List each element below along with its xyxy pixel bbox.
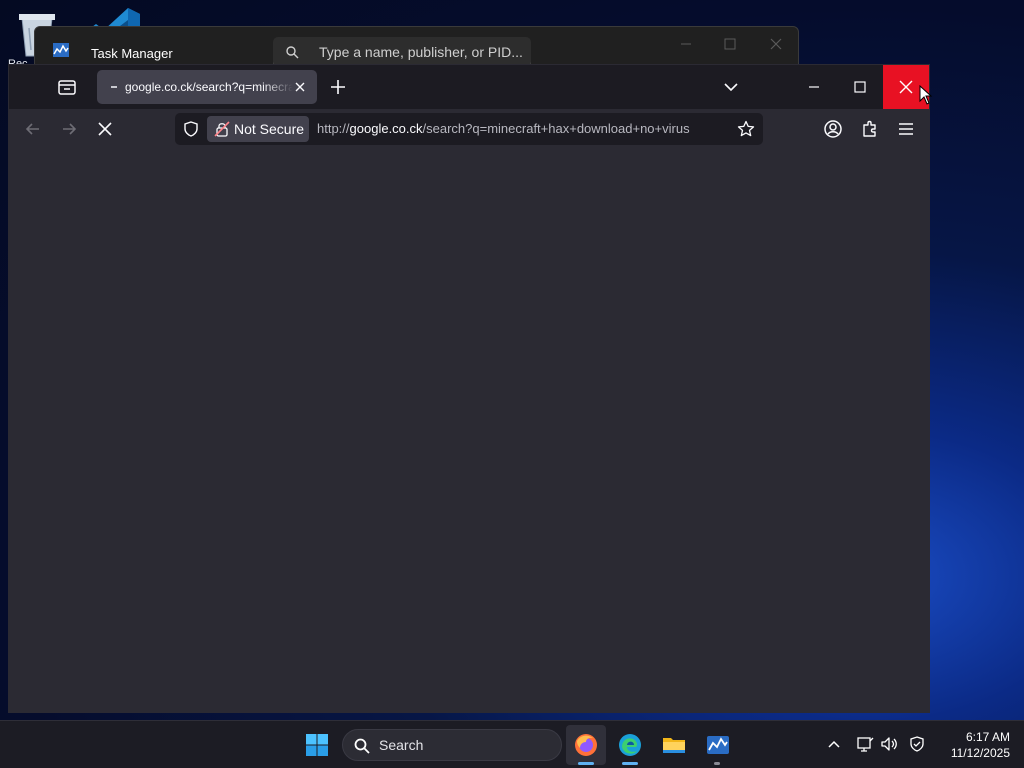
task-manager-search-input[interactable]: Type a name, publisher, or PID... — [273, 37, 531, 67]
active-indicator — [578, 762, 594, 765]
search-icon — [285, 45, 299, 59]
insecure-lock-icon — [214, 121, 230, 137]
not-secure-label: Not Secure — [234, 121, 305, 137]
task-manager-close-button[interactable] — [761, 33, 791, 55]
url-text[interactable]: http://google.co.ck/search?q=minecraft+h… — [317, 121, 690, 136]
firefox-view-icon[interactable] — [55, 75, 79, 99]
task-manager-minimize-button[interactable] — [671, 33, 701, 55]
show-hidden-icons-chevron-up-icon[interactable] — [825, 735, 843, 753]
taskbar-search-label: Search — [379, 737, 424, 753]
forward-arrow-icon[interactable] — [59, 119, 79, 139]
firefox-icon — [575, 734, 597, 756]
taskbar-task-manager-button[interactable] — [698, 725, 738, 765]
start-windows-icon[interactable] — [305, 733, 329, 757]
taskbar-search-box[interactable]: Search — [342, 729, 562, 761]
back-arrow-icon[interactable] — [23, 119, 43, 139]
bookmark-star-icon[interactable] — [737, 120, 755, 138]
taskbar-edge-button[interactable] — [610, 725, 650, 765]
tab-google-search[interactable]: google.co.ck/search?q=minecraft+hax+down… — [97, 70, 317, 104]
clock-date: 11/12/2025 — [950, 746, 1010, 760]
task-manager-title: Task Manager — [91, 46, 173, 61]
maximize-button[interactable] — [845, 73, 875, 101]
running-indicator — [714, 762, 720, 765]
firefox-window[interactable]: google.co.ck/search?q=minecraft+hax+down… — [8, 64, 930, 713]
taskbar-firefox-button[interactable] — [566, 725, 606, 765]
tab-title: google.co.ck/search?q=minecraft+hax+down… — [125, 80, 293, 94]
minimize-button[interactable] — [799, 73, 829, 101]
new-tab-button[interactable] — [328, 77, 348, 97]
taskbar: Search 6:17 AM 11/12/2025 — [0, 720, 1024, 768]
running-indicator — [622, 762, 638, 765]
page-content-area[interactable] — [9, 149, 929, 712]
stop-loading-icon[interactable] — [95, 119, 115, 139]
edge-icon — [619, 734, 641, 756]
network-icon[interactable] — [856, 735, 874, 753]
url-path: /search?q=minecraft+hax+download+no+viru… — [422, 121, 690, 136]
task-manager-app-icon — [53, 43, 69, 57]
taskbar-file-explorer-button[interactable] — [654, 725, 694, 765]
loading-favicon-icon — [111, 86, 117, 88]
not-secure-indicator[interactable]: Not Secure — [207, 116, 309, 142]
task-manager-icon — [707, 736, 729, 754]
url-prefix: http:// — [317, 121, 350, 136]
security-shield-icon[interactable] — [908, 735, 926, 753]
task-manager-search-placeholder: Type a name, publisher, or PID... — [319, 44, 523, 60]
search-icon — [354, 738, 370, 754]
url-bar[interactable]: Not Secure http://google.co.ck/search?q=… — [175, 113, 763, 145]
system-clock[interactable]: 6:17 AM 11/12/2025 — [938, 729, 1010, 761]
hamburger-menu-icon[interactable] — [896, 119, 916, 139]
tab-close-icon[interactable] — [293, 80, 307, 94]
navigation-toolbar: Not Secure http://google.co.ck/search?q=… — [9, 109, 929, 149]
extensions-puzzle-icon[interactable] — [860, 119, 880, 139]
clock-time: 6:17 AM — [965, 730, 1010, 744]
task-manager-maximize-button[interactable] — [715, 33, 745, 55]
volume-icon[interactable] — [880, 735, 898, 753]
mouse-cursor-icon — [919, 85, 933, 105]
account-icon[interactable] — [823, 119, 843, 139]
list-all-tabs-chevron-down-icon[interactable] — [721, 77, 741, 97]
tracking-protection-shield-icon[interactable] — [183, 121, 199, 137]
file-explorer-icon — [663, 738, 685, 753]
url-host: google.co.ck — [349, 121, 423, 136]
tab-bar: google.co.ck/search?q=minecraft+hax+down… — [9, 65, 929, 109]
